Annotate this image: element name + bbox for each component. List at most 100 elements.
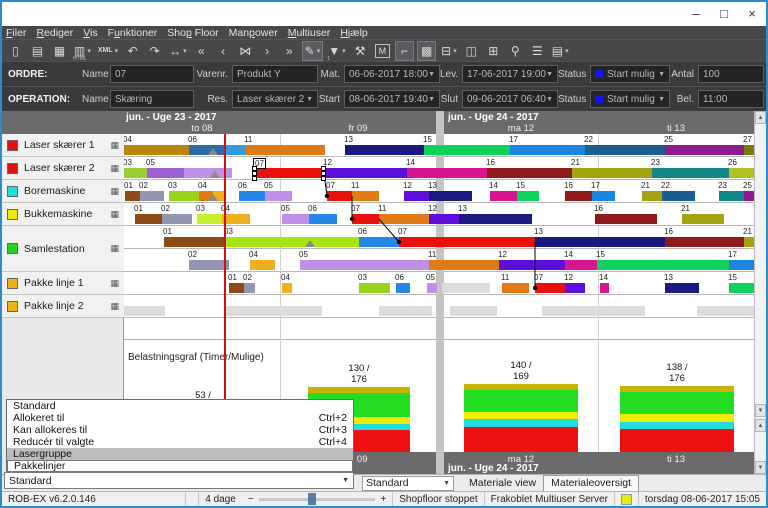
manpower-icon[interactable]: M [373,41,393,61]
print-html-icon[interactable]: ▥HTML▾ [72,41,93,61]
resource-calendar-icon[interactable]: ▦ [110,243,119,254]
chevron-down-icon[interactable]: ▼ [546,96,553,103]
chevron-down-icon[interactable]: ▼ [306,96,313,103]
fit-width-icon[interactable]: ↔▾ [167,41,189,61]
scroll-down-icon[interactable]: ▼ [755,461,766,474]
close-button[interactable]: × [738,3,766,25]
resource-row-laser-sk-rer-1[interactable]: Laser skærer 1▦ [2,134,124,157]
chain-operations-icon[interactable]: ◫ [462,41,481,61]
resource-row-laser-sk-rer-2[interactable]: Laser skærer 2▦ [2,157,124,180]
view-preset-dropdown[interactable]: Standard▼ [362,476,454,491]
popup-item-allokeret-til[interactable]: Allokeret tilCtrl+2 [7,412,353,424]
redo-icon[interactable]: ↷ [145,41,164,61]
save-icon[interactable]: ▦ [50,41,69,61]
order-lev-field[interactable]: 17-06-2017 19:00▼ [462,65,558,83]
zoom-slider-thumb[interactable] [308,493,316,505]
open-icon[interactable]: ▤ [28,41,47,61]
zoom-slider-track[interactable] [259,498,376,501]
resource-calendar-icon[interactable]: ▦ [110,278,119,289]
operation-status-dropdown[interactable]: Start mulig▼ [590,90,670,108]
scroll-down-icon[interactable]: ▼ [755,404,766,417]
tab-materiale-view[interactable]: Materiale view [462,476,543,490]
minimize-button[interactable]: – [682,3,710,25]
selection-handle[interactable] [321,176,326,181]
filter-icon[interactable]: ▼1▾ [326,41,347,61]
popup-item-standard[interactable]: Standard [7,400,353,412]
resource-calendar-icon[interactable]: ▦ [110,301,119,312]
goto-first-icon[interactable]: « [192,41,211,61]
list-view-icon[interactable]: ☰ [528,41,547,61]
scroll-up-icon[interactable]: ▲ [755,419,766,432]
chevron-down-icon[interactable]: ▼ [658,71,665,78]
chevron-down-icon[interactable]: ▾ [115,47,119,55]
gantt-chart[interactable]: 0406111315172225270305071214162123260102… [124,134,754,318]
resource-calendar-icon[interactable]: ▦ [110,140,119,151]
center-view-icon[interactable]: ⋈ [236,41,255,61]
popup-item-reduc-r-til-valgte[interactable]: Reducér til valgteCtrl+4 [7,436,353,448]
operation-name-field[interactable]: Skæring [110,90,194,108]
chevron-down-icon[interactable]: ▼ [546,71,553,78]
resource-view-dropdown[interactable]: Standard▼ [4,472,354,489]
link-mode-icon[interactable]: ⌐ [395,41,414,61]
chevron-down-icon[interactable]: ▼ [658,96,665,103]
menu-manpower[interactable]: Manpower [229,27,278,39]
chevron-down-icon[interactable]: ▼ [428,71,435,78]
menu-funktioner[interactable]: Funktioner [108,27,158,39]
menu-multiuser[interactable]: Multiuser [288,27,331,39]
multiuser-status[interactable]: Frakoblet Multiuser Server [485,492,615,507]
grid-view-icon[interactable]: ▩ [417,41,436,61]
resource-row-samlestation[interactable]: Samlestation▦ [2,226,124,272]
scroll-up-icon[interactable]: ▲ [755,111,766,124]
load-bar[interactable] [620,386,734,452]
chevron-down-icon[interactable]: ▼ [428,96,435,103]
bar-config-icon[interactable]: ⊟▾ [439,41,459,61]
vertical-scrollbar[interactable]: ▲ ▼ ▲ ▼ [754,111,766,474]
operation-slut-field[interactable]: 09-06-2017 06:40▼ [462,90,558,108]
tab-materialeoversigt[interactable]: Materialeoversigt [543,475,639,491]
order-status-dropdown[interactable]: Start mulig▼ [590,65,670,83]
chevron-down-icon[interactable]: ▾ [565,47,569,55]
zoom-icon[interactable]: ⚲ [506,41,525,61]
operation-res-dropdown[interactable]: Laser skærer 2▼ [232,90,318,108]
table-view-icon[interactable]: ▤▾ [550,41,571,61]
xml-import-icon[interactable]: XML▾ [96,41,120,61]
split-operation-icon[interactable]: ⊞ [484,41,503,61]
shopfloor-status[interactable]: Shopfloor stoppet [393,492,484,507]
order-varenr-field[interactable]: Produkt Y [232,65,318,83]
order-antal-field[interactable]: 100 [698,65,764,83]
chevron-down-icon[interactable]: ▾ [183,47,187,55]
maximize-button[interactable]: □ [710,3,738,25]
popup-item-lasergruppe[interactable]: Lasergruppe [7,448,353,460]
order-name-field[interactable]: 07 [110,65,194,83]
load-bar[interactable] [464,384,578,452]
selection-handle[interactable] [252,176,257,181]
menu-hjælp[interactable]: Hjælp [340,27,367,39]
goto-next-icon[interactable]: › [258,41,277,61]
goto-prev-icon[interactable]: ‹ [214,41,233,61]
zoom-in-icon[interactable]: + [380,494,386,505]
resource-row-pakke-linje-2[interactable]: Pakke linje 2▦ [2,295,124,318]
resource-calendar-icon[interactable]: ▦ [110,209,119,220]
new-icon[interactable]: ▯ [6,41,25,61]
menu-filer[interactable]: Filer [6,27,26,39]
resource-calendar-icon[interactable]: ▦ [110,163,119,174]
menu-vis[interactable]: Vis [83,27,97,39]
chevron-down-icon[interactable]: ▾ [342,47,346,55]
operation-start-field[interactable]: 08-06-2017 19:40▼ [344,90,440,108]
chevron-down-icon[interactable]: ▾ [87,47,91,55]
resource-row-bukkemaskine[interactable]: Bukkemaskine▦ [2,203,124,226]
resource-row-pakke-linje-1[interactable]: Pakke linje 1▦ [2,272,124,295]
zoom-out-icon[interactable]: − [248,494,254,505]
popup-item-pakkelinjer[interactable]: Pakkelinjer [7,460,353,472]
undo-icon[interactable]: ↶ [123,41,142,61]
order-mat-field[interactable]: 06-06-2017 18:00▼ [344,65,440,83]
zoom-slider[interactable]: − + [242,492,393,507]
resource-calendar-icon[interactable]: ▦ [110,186,119,197]
menu-rediger[interactable]: Rediger [36,27,73,39]
chevron-down-icon[interactable]: ▾ [317,47,321,55]
resource-row-boremaskine[interactable]: Boremaskine▦ [2,180,124,203]
tools-icon[interactable]: ⚒ [351,41,370,61]
paint-mode-icon[interactable]: ✎▾ [302,41,324,61]
menu-shop-floor[interactable]: Shop Floor [167,27,218,39]
operation-bel-field[interactable]: 11:00 [698,90,764,108]
